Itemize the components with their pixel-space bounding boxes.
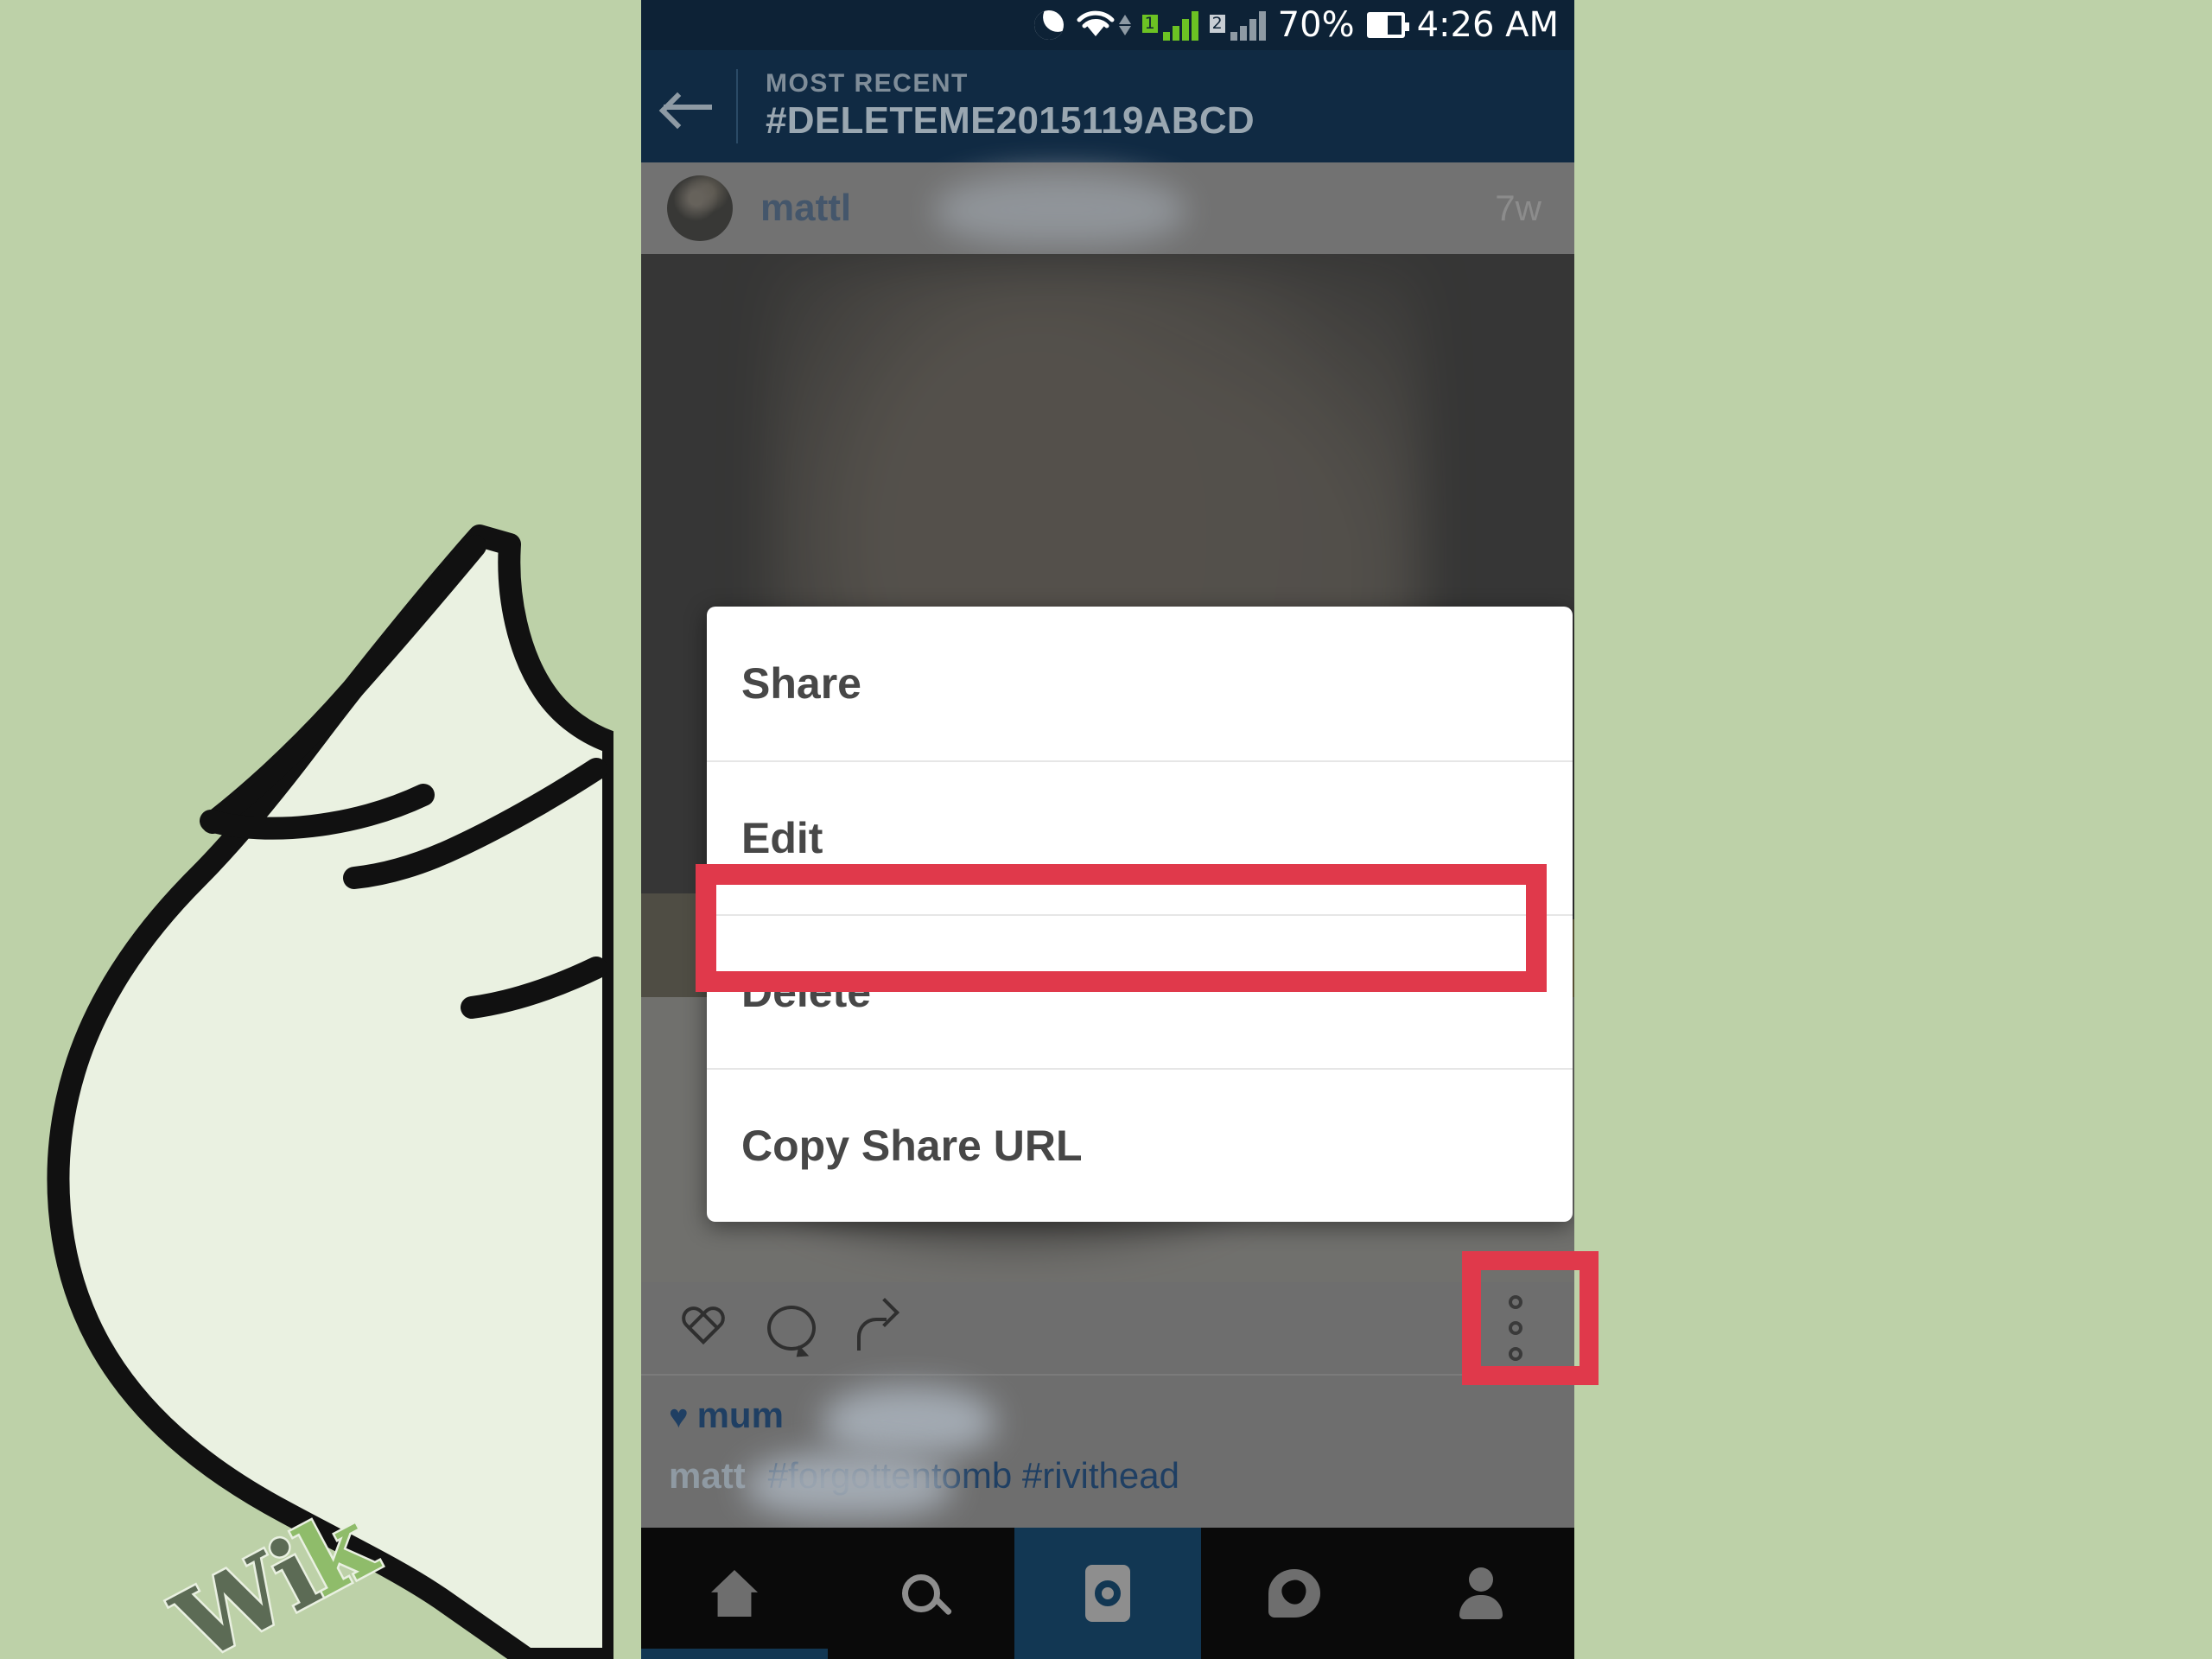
activity-heart-icon [1268, 1569, 1320, 1618]
nav-item-search[interactable] [828, 1528, 1014, 1659]
sim1-label: 1 [1141, 15, 1158, 33]
back-button[interactable] [641, 92, 736, 121]
post-action-row [641, 1282, 1574, 1374]
moon-icon [1029, 5, 1069, 45]
phone-screen: 1 2 70% 4:26 AM MOST RECENT #DELETEME201… [641, 0, 1574, 1659]
camera-icon [1085, 1565, 1130, 1622]
menu-item-delete[interactable]: Delete [707, 914, 1573, 1068]
wikihow-watermark: Wi k [155, 1512, 396, 1659]
share-arrow-icon[interactable] [855, 1304, 904, 1352]
wifi-icon [1076, 10, 1131, 41]
clock-label: 4:26 AM [1416, 5, 1559, 45]
blur-redaction [935, 173, 1185, 245]
page-title: #DELETEME2015119ABCD [766, 99, 1255, 142]
nav-item-activity[interactable] [1201, 1528, 1388, 1659]
pointing-hand-cursor [47, 524, 613, 1659]
sim2-label: 2 [1209, 15, 1225, 33]
app-bar: MOST RECENT #DELETEME2015119ABCD [641, 50, 1574, 162]
likes-row: ♥ mum [669, 1395, 784, 1436]
up-down-arrows-icon [1118, 14, 1131, 36]
arrow-left-icon [664, 92, 714, 121]
appbar-title-group: MOST RECENT #DELETEME2015119ABCD [736, 69, 1255, 143]
nav-item-home[interactable] [641, 1528, 828, 1659]
home-icon [711, 1570, 758, 1617]
profile-icon [1458, 1567, 1504, 1619]
caption-username[interactable]: matt [669, 1455, 746, 1497]
status-bar: 1 2 70% 4:26 AM [641, 0, 1574, 50]
menu-item-edit[interactable]: Edit [707, 760, 1573, 914]
battery-icon [1366, 12, 1409, 38]
nav-item-camera[interactable] [1014, 1528, 1201, 1659]
post-age: 7w [1495, 188, 1541, 228]
bottom-navigation [641, 1528, 1574, 1659]
blur-redaction [823, 1386, 995, 1455]
post-options-dialog: Share Edit Delete Copy Share URL [707, 607, 1573, 1222]
battery-percent-label: 70% [1277, 5, 1355, 45]
nav-item-profile[interactable] [1388, 1528, 1574, 1659]
svg-text:Wi: Wi [156, 1516, 337, 1659]
menu-item-copy-share-url[interactable]: Copy Share URL [707, 1068, 1573, 1222]
sim1-signal-icon: 1 [1141, 10, 1198, 41]
search-icon [902, 1574, 940, 1612]
heart-filled-icon: ♥ [669, 1399, 689, 1435]
likes-username[interactable]: mum [697, 1395, 784, 1436]
comment-bubble-icon[interactable] [767, 1306, 816, 1351]
svg-text:k: k [280, 1512, 394, 1618]
heart-outline-icon[interactable] [679, 1306, 728, 1351]
screenshot-root: 1 2 70% 4:26 AM MOST RECENT #DELETEME201… [0, 0, 2212, 1659]
appbar-subtitle: MOST RECENT [766, 69, 969, 99]
sim2-signal-icon: 2 [1209, 10, 1266, 41]
three-dots-vertical-icon[interactable] [1495, 1289, 1536, 1367]
blur-redaction [745, 1452, 952, 1517]
post-header: mattl 7w [641, 162, 1574, 254]
post-username[interactable]: mattl [760, 187, 851, 230]
avatar[interactable] [667, 175, 733, 241]
post-comments: ♥ mum matt #forgottentomb #rivithead [641, 1374, 1574, 1529]
menu-item-share[interactable]: Share [707, 607, 1573, 760]
